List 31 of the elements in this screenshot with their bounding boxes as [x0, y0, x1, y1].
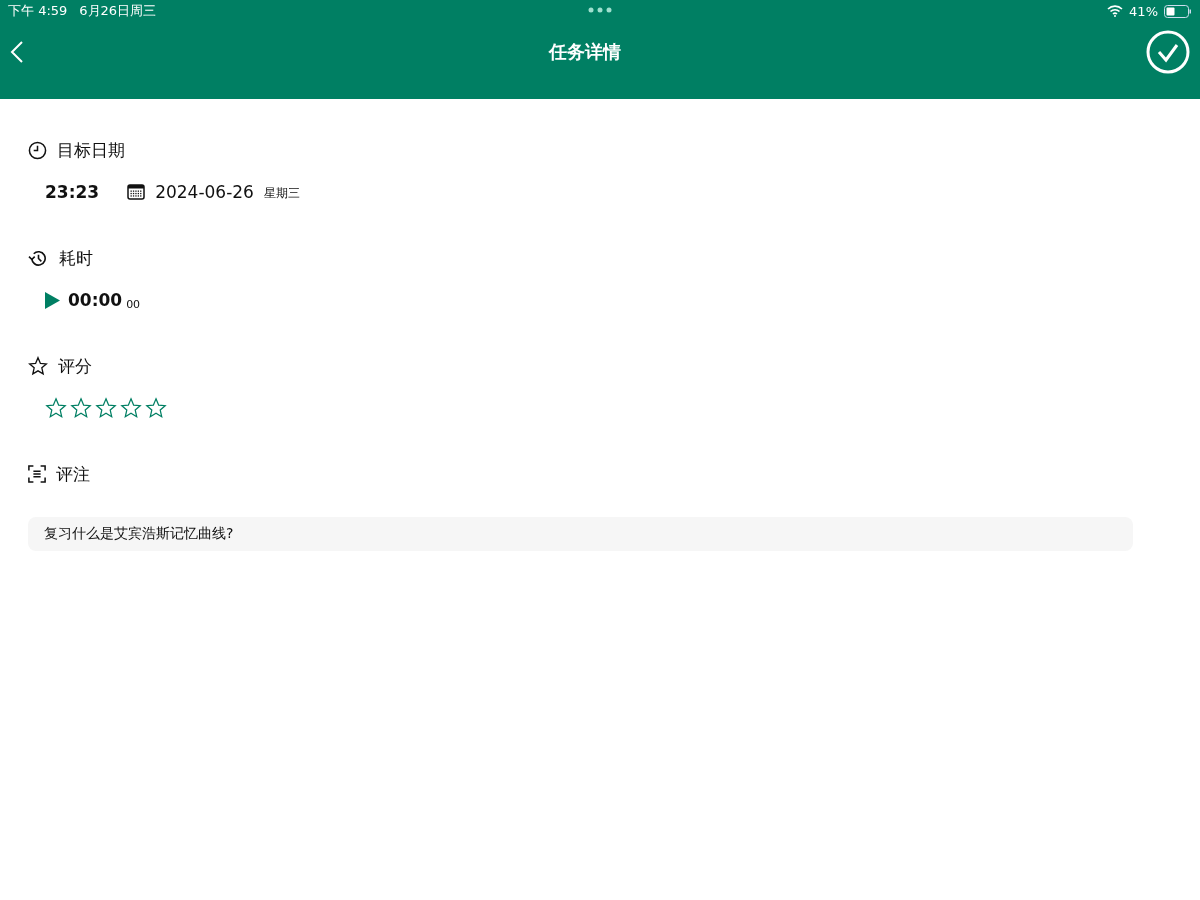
status-date: 6月26日周三 — [79, 2, 157, 20]
checkmark-circle-icon[interactable] — [1146, 30, 1190, 74]
rating-star-icon[interactable] — [120, 397, 142, 419]
star-icon — [28, 356, 48, 376]
note-field[interactable]: 复习什么是艾宾浩斯记忆曲线? — [28, 517, 1133, 551]
battery-icon — [1164, 4, 1192, 18]
time-value[interactable]: 23:23 — [45, 182, 100, 202]
clock-icon — [28, 140, 47, 160]
history-icon — [28, 248, 49, 268]
rating-star-icon[interactable] — [145, 397, 167, 419]
section-title: 评注 — [56, 462, 90, 486]
section-title: 耗时 — [59, 246, 93, 270]
battery-percent: 41% — [1129, 3, 1158, 19]
rating-star-icon[interactable] — [70, 397, 92, 419]
section-title: 目标日期 — [57, 138, 125, 162]
rating-star-icon[interactable] — [95, 397, 117, 419]
wifi-icon — [1107, 5, 1124, 17]
scan-text-icon — [28, 465, 46, 483]
elapsed-fraction: 00 — [126, 298, 141, 313]
back-icon[interactable] — [10, 40, 24, 64]
calendar-icon[interactable] — [127, 184, 146, 200]
elapsed-time: 00:00 — [68, 290, 123, 310]
status-time: 下午 4:59 — [8, 2, 68, 20]
more-dots-icon[interactable] — [588, 7, 612, 13]
section-title: 评分 — [58, 354, 92, 378]
date-value[interactable]: 2024-06-26 — [155, 182, 254, 202]
weekday-label: 星期三 — [263, 185, 300, 202]
page-title: 任务详情 — [547, 40, 622, 64]
play-icon[interactable] — [45, 291, 60, 309]
rating-star-icon[interactable] — [45, 397, 67, 419]
star-rating[interactable] — [45, 397, 167, 419]
